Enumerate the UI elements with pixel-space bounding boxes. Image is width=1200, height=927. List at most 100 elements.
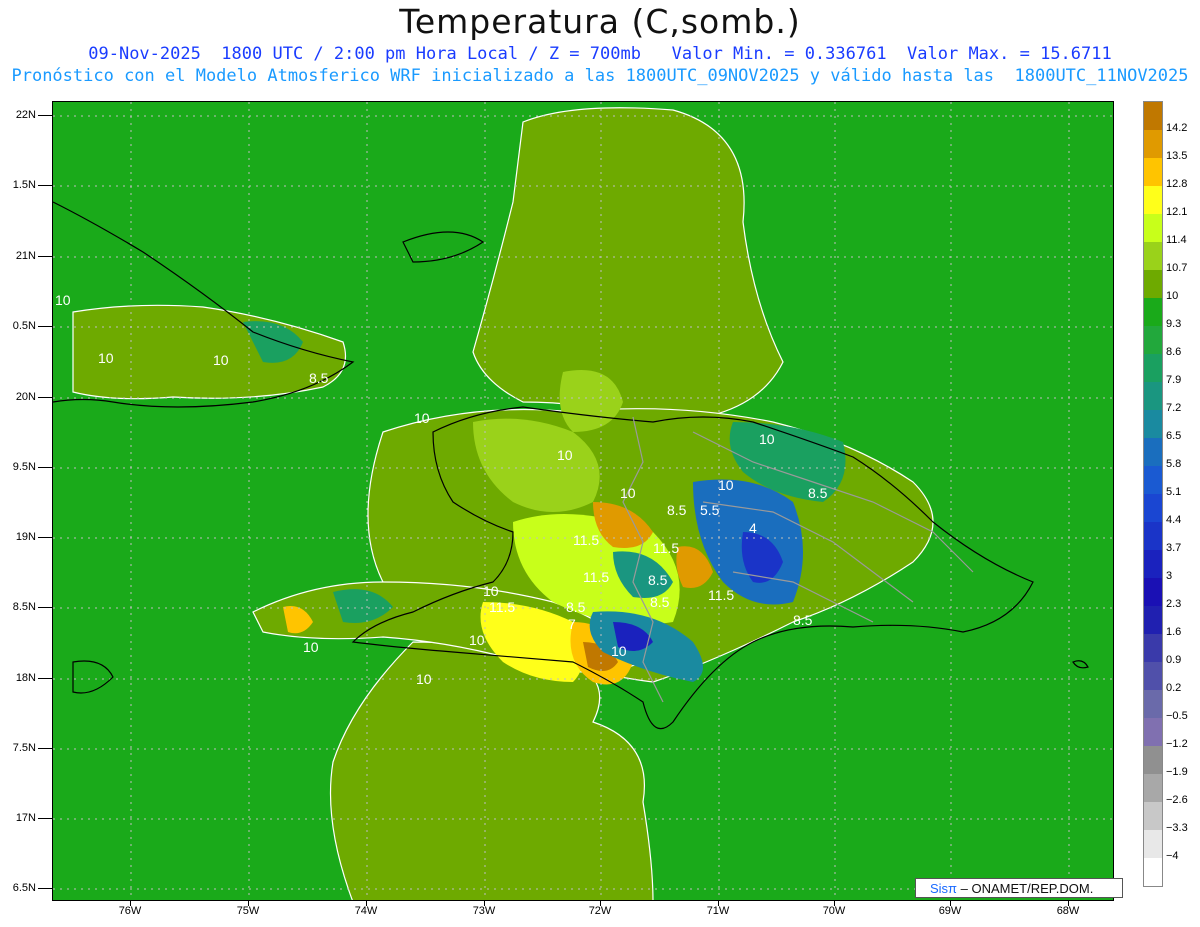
colorbar-label: 8.6 <box>1166 346 1182 358</box>
lat-label: 8.5N <box>12 601 36 613</box>
contour-label: 8.5 <box>793 612 813 628</box>
map-subtitle-line2: Pronóstico con el Modelo Atmosferico WRF… <box>11 66 1189 86</box>
contour-label: 10 <box>303 639 319 655</box>
contour-label: 8.5 <box>566 599 586 615</box>
lon-label: 71W <box>706 905 730 917</box>
colorbar-segment <box>1144 718 1162 746</box>
map-subtitle-line1: 09-Nov-2025 1800 UTC / 2:00 pm Hora Loca… <box>88 44 1112 64</box>
colorbar-label: 9.3 <box>1166 318 1182 330</box>
lon-tick <box>718 901 719 906</box>
colorbar-segment <box>1144 662 1162 690</box>
colorbar-label: 10 <box>1166 290 1179 302</box>
contour-label: 10 <box>718 477 734 493</box>
colorbar-label: 3 <box>1166 570 1173 582</box>
colorbar-segment <box>1144 802 1162 830</box>
colorbar-label: −1.2 <box>1166 738 1188 750</box>
colorbar-segment <box>1144 186 1162 214</box>
colorbar-segment <box>1144 550 1162 578</box>
lat-label: 18N <box>15 672 36 684</box>
colorbar-label: −3.3 <box>1166 822 1188 834</box>
colorbar-segment <box>1144 830 1162 858</box>
colorbar-label: −4 <box>1166 850 1179 862</box>
lat-label: 6.5N <box>12 882 36 894</box>
credit-box: Sisπ – ONAMET/REP.DOM. <box>915 878 1123 898</box>
lon-tick <box>1068 901 1069 906</box>
colorbar-label: 12.8 <box>1166 178 1188 190</box>
colorbar-segment <box>1144 298 1162 326</box>
credit-label: – ONAMET/REP.DOM. <box>960 881 1094 896</box>
lat-tick <box>38 607 52 608</box>
colorbar-segment <box>1144 410 1162 438</box>
colorbar-segment <box>1144 102 1162 130</box>
colorbar-segment <box>1144 270 1162 298</box>
colorbar-segment <box>1144 382 1162 410</box>
contour-label: 10 <box>213 352 229 368</box>
lat-tick <box>38 748 52 749</box>
colorbar-segment <box>1144 690 1162 718</box>
lat-tick <box>38 888 52 889</box>
lat-tick <box>38 818 52 819</box>
contour-label: 8.5 <box>650 594 670 610</box>
colorbar-segment <box>1144 438 1162 466</box>
colorbar-label: 0.2 <box>1166 682 1182 694</box>
colorbar-label: 3.7 <box>1166 542 1182 554</box>
lon-label: 75W <box>236 905 260 917</box>
colorbar-segment <box>1144 578 1162 606</box>
lat-label: 22N <box>15 109 36 121</box>
colorbar-label: 2.3 <box>1166 598 1182 610</box>
lat-tick <box>38 397 52 398</box>
contour-label: 10 <box>469 632 485 648</box>
contour-label: 8.5 <box>808 485 828 501</box>
contour-labels: 10 10 10 8.5 10 10 10 10 10 8.5 8.5 5.5 … <box>53 102 1113 900</box>
contour-label: 7 <box>568 616 576 632</box>
contour-label: 4 <box>749 520 757 536</box>
lon-label: 69W <box>938 905 962 917</box>
colorbar-label: −2.6 <box>1166 794 1188 806</box>
contour-label: 10 <box>483 583 499 599</box>
lon-label: 73W <box>472 905 496 917</box>
colorbar-segment <box>1144 858 1162 886</box>
contour-label: 11.5 <box>583 569 610 585</box>
colorbar-segment <box>1144 326 1162 354</box>
colorbar-label: 4.4 <box>1166 514 1182 526</box>
colorbar-segment <box>1144 354 1162 382</box>
contour-label: 10 <box>611 643 627 659</box>
lat-label: 21N <box>15 250 36 262</box>
lat-label: 19N <box>15 531 36 543</box>
colorbar-segment <box>1144 494 1162 522</box>
lat-tick <box>38 115 52 116</box>
contour-label: 11.5 <box>708 587 735 603</box>
colorbar-segment <box>1144 130 1162 158</box>
lon-label: 68W <box>1056 905 1080 917</box>
lon-label: 70W <box>822 905 846 917</box>
lat-tick <box>38 467 52 468</box>
colorbar-label: 10.7 <box>1166 262 1188 274</box>
lon-tick <box>130 901 131 906</box>
colorbar-segment <box>1144 466 1162 494</box>
colorbar-segment <box>1144 158 1162 186</box>
brand-label: Sisπ <box>930 881 958 896</box>
colorbar-label: 0.9 <box>1166 654 1182 666</box>
contour-label: 10 <box>98 350 114 366</box>
contour-label: 10 <box>620 485 636 501</box>
lon-tick <box>366 901 367 906</box>
colorbar-segment <box>1144 242 1162 270</box>
contour-label: 10 <box>416 671 432 687</box>
colorbar-label: 5.1 <box>1166 486 1182 498</box>
lon-tick <box>950 901 951 906</box>
lat-tick <box>38 537 52 538</box>
lon-tick <box>484 901 485 906</box>
contour-label: 8.5 <box>309 370 329 386</box>
colorbar-segment <box>1144 746 1162 774</box>
colorbar-label: 11.4 <box>1166 234 1187 246</box>
contour-label: 11.5 <box>653 540 680 556</box>
colorbar-label: 5.8 <box>1166 458 1182 470</box>
lat-tick <box>38 185 52 186</box>
lat-label: 0.5N <box>12 320 36 332</box>
lon-label: 76W <box>118 905 142 917</box>
colorbar-label: −1.9 <box>1166 766 1188 778</box>
lat-tick <box>38 678 52 679</box>
map-panel[interactable]: 10 10 10 8.5 10 10 10 10 10 8.5 8.5 5.5 … <box>52 101 1114 901</box>
colorbar-label: 6.5 <box>1166 430 1182 442</box>
colorbar <box>1143 101 1163 887</box>
